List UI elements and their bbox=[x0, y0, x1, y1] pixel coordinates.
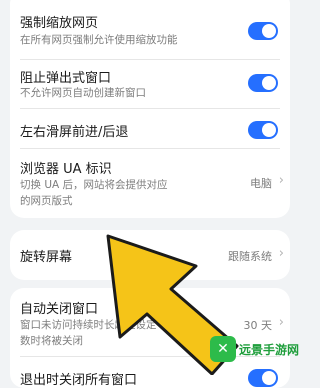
exit-close-title: 退出时关闭所有窗口 bbox=[20, 373, 138, 388]
swipe-nav-title: 左右滑屏前进/后退 bbox=[20, 125, 129, 140]
force-zoom-desc: 在所有网页强制允许使用缩放功能 bbox=[20, 34, 178, 46]
force-zoom-title: 强制缩放网页 bbox=[20, 16, 99, 31]
block-popups-desc: 不允许网页自动创建新窗口 bbox=[20, 87, 146, 99]
toggle-knob bbox=[262, 76, 276, 90]
row-force-zoom[interactable]: 强制缩放网页 在所有网页强制允许使用缩放功能 bbox=[10, 0, 290, 48]
auto-close-desc-line1: 窗口未访问持续时长超过设定 bbox=[20, 319, 157, 331]
settings-card-rotate: 旋转屏幕 跟随系统 › bbox=[10, 230, 290, 280]
watermark-logo-icon: ✕ bbox=[210, 336, 236, 362]
toggle-knob bbox=[262, 24, 276, 38]
browser-ua-desc-line2: 的网页版式 bbox=[20, 195, 73, 207]
watermark: ✕ 远景手游网 bbox=[210, 334, 302, 364]
settings-card-top: 强制缩放网页 在所有网页强制允许使用缩放功能 阻止弹出式窗口 不允许网页自动创建… bbox=[10, 0, 290, 218]
block-popups-toggle[interactable] bbox=[248, 74, 278, 92]
browser-ua-title: 浏览器 UA 标识 bbox=[20, 162, 112, 177]
toggle-knob bbox=[262, 371, 276, 385]
row-block-popups[interactable]: 阻止弹出式窗口 不允许网页自动创建新窗口 bbox=[10, 60, 290, 108]
browser-ua-value: 电脑 bbox=[250, 177, 272, 190]
toggle-knob bbox=[262, 123, 276, 137]
chevron-right-icon: › bbox=[278, 315, 284, 330]
auto-close-value: 30 天 bbox=[243, 319, 273, 332]
auto-close-desc-line2: 数时将被关闭 bbox=[20, 335, 83, 347]
browser-ua-desc-line1: 切换 UA 后，网站将会提供对应 bbox=[20, 179, 168, 191]
block-popups-title: 阻止弹出式窗口 bbox=[20, 71, 112, 86]
row-rotate-screen[interactable]: 旋转屏幕 跟随系统 › bbox=[10, 230, 290, 280]
chevron-right-icon: › bbox=[278, 173, 284, 188]
force-zoom-toggle[interactable] bbox=[248, 22, 278, 40]
rotate-screen-title: 旋转屏幕 bbox=[20, 250, 73, 265]
swipe-nav-toggle[interactable] bbox=[248, 121, 278, 139]
exit-close-toggle[interactable] bbox=[248, 369, 278, 387]
row-browser-ua[interactable]: 浏览器 UA 标识 切换 UA 后，网站将会提供对应 的网页版式 电脑 › bbox=[10, 149, 290, 215]
watermark-text: 远景手游网 bbox=[239, 342, 300, 357]
chevron-right-icon: › bbox=[278, 246, 284, 261]
rotate-screen-value: 跟随系统 bbox=[228, 250, 272, 263]
auto-close-title: 自动关闭窗口 bbox=[20, 302, 99, 317]
row-swipe-nav[interactable]: 左右滑屏前进/后退 bbox=[10, 109, 290, 149]
